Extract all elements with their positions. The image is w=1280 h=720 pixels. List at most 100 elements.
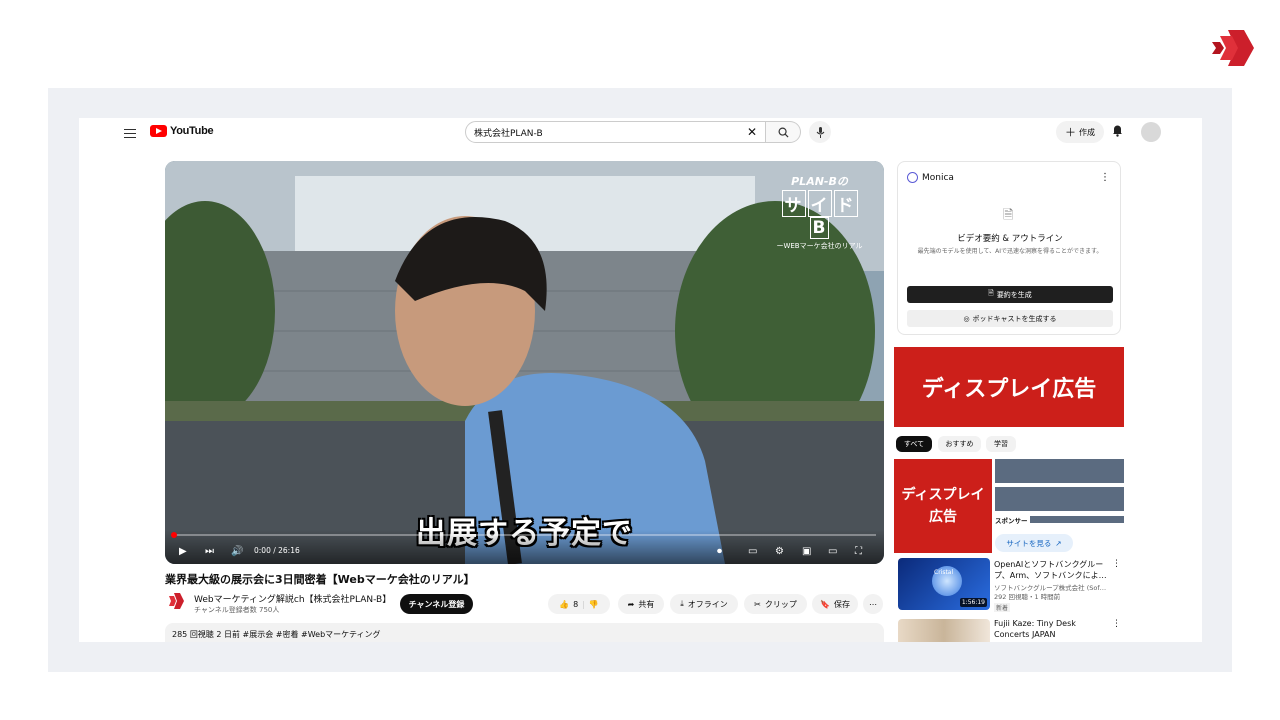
monica-more-icon[interactable]: ⋮: [1100, 172, 1110, 183]
visit-site-label: サイトを見る: [1006, 538, 1052, 548]
recommended-channel[interactable]: ソフトバンクグループ株式会社 (Sof…: [994, 584, 1112, 593]
visit-site-button[interactable]: サイトを見る ↗: [995, 534, 1073, 552]
display-ad-large[interactable]: ディスプレイ広告: [894, 347, 1124, 427]
podcast-icon: ◎: [963, 314, 970, 323]
channel-name[interactable]: Webマーケティング解説ch【株式会社PLAN-B】: [194, 592, 391, 605]
sponsor-label: スポンサー: [995, 517, 1028, 525]
recommended-thumbnail[interactable]: Cristal 1:56:19: [898, 558, 990, 610]
monica-name: Monica: [922, 172, 954, 183]
recommended-more-icon[interactable]: ⋮: [1112, 559, 1121, 569]
monica-heading: ビデオ要約 & アウトライン: [957, 234, 1063, 244]
save-button[interactable]: 🔖 保存: [812, 594, 858, 614]
plus-icon: ＋: [1065, 126, 1076, 139]
search-input[interactable]: 株式会社PLAN-B ✕: [465, 121, 766, 143]
chip-all[interactable]: すべて: [896, 436, 932, 452]
next-icon[interactable]: ⏭: [205, 546, 214, 557]
thumbs-down-icon[interactable]: 👎: [589, 600, 599, 609]
top-bar: YouTube 株式会社PLAN-B ✕ ＋ 作成: [79, 118, 1202, 146]
description-meta: 285 回視聴 2 日前 #展示会 #密着 #Webマーケティング: [172, 630, 381, 639]
like-dislike-group: 👍 8 | 👎: [548, 594, 610, 614]
menu-icon[interactable]: [124, 126, 136, 141]
chip-recommended[interactable]: おすすめ: [938, 436, 981, 452]
recommended-meta: 292 回視聴・1 時間前: [994, 593, 1061, 601]
bookmark-icon: 🔖: [820, 599, 830, 609]
monica-panel: Monica ⋮ 🗎 ビデオ要約 & アウトライン 最先端のモデルを使用して、A…: [897, 161, 1121, 335]
overlay-brand: PLAN-Bの: [791, 175, 848, 188]
chip-learning[interactable]: 学習: [986, 436, 1016, 452]
theater-mode-icon[interactable]: ▭: [828, 546, 837, 557]
generate-podcast-button[interactable]: ◎ ポッドキャストを生成する: [907, 310, 1113, 327]
voice-search-button[interactable]: [809, 121, 831, 143]
subtitles-icon[interactable]: ▭: [748, 546, 757, 557]
like-count[interactable]: 8: [573, 600, 578, 609]
video-title: 業界最大級の展示会に3日間密着【Webマーケ会社のリアル】: [165, 573, 475, 586]
settings-gear-icon[interactable]: ⚙: [775, 546, 784, 557]
autoplay-toggle-icon[interactable]: ⏺: [717, 546, 722, 557]
search-input-value: 株式会社PLAN-B: [474, 128, 543, 139]
overlay-letter: ド: [833, 190, 858, 217]
ad-text-placeholder: [995, 487, 1124, 511]
display-ad-small[interactable]: ディスプレイ広告: [894, 459, 992, 553]
overlay-letter: イ: [807, 190, 832, 217]
scissors-icon: ✂: [754, 599, 761, 609]
summary-icon: 🗎: [988, 289, 994, 297]
search-button[interactable]: [766, 121, 801, 143]
create-label: 作成: [1079, 127, 1095, 137]
account-avatar[interactable]: [1141, 122, 1161, 142]
miniplayer-icon[interactable]: ▣: [802, 546, 811, 557]
recommended-title[interactable]: Fujii Kaze: Tiny Desk Concerts JAPAN: [994, 618, 1110, 640]
progress-bar[interactable]: [171, 532, 876, 538]
progress-scrubber[interactable]: [171, 532, 177, 538]
thumbnail-text: Cristal: [934, 569, 954, 576]
bell-icon: [1113, 125, 1122, 137]
fullscreen-icon[interactable]: ⛶: [855, 546, 862, 557]
more-horizontal-icon: ⋯: [869, 599, 877, 609]
overlay-tagline: ーWEBマーケ会社のリアル: [776, 242, 863, 250]
microphone-icon: [816, 126, 824, 138]
share-icon: ➦: [627, 599, 635, 609]
recommended-title[interactable]: OpenAIとソフトバンクグループ、Arm、ソフトバンクによ…: [994, 559, 1110, 581]
summary-button-label: 要約を生成: [996, 290, 1032, 299]
recommended-more-icon[interactable]: ⋮: [1112, 619, 1121, 629]
ad-title-placeholder: [995, 459, 1124, 483]
volume-icon[interactable]: 🔊: [231, 546, 243, 557]
youtube-logo-text: YouTube: [170, 125, 214, 137]
sponsor-name-placeholder: [1030, 516, 1124, 523]
video-player[interactable]: PLAN-Bの サイドB ーWEBマーケ会社のリアル 出展する予定で ▶ ⏭ 🔊…: [165, 161, 884, 564]
monica-description: 最先端のモデルを使用して、AIで迅速な洞察を得ることができます。: [917, 248, 1103, 255]
download-icon: ⤓: [680, 599, 684, 608]
brand-logo-corner: [1212, 30, 1254, 66]
channel-logo[interactable]: [167, 592, 185, 610]
youtube-logo[interactable]: YouTube: [150, 125, 214, 137]
monica-header: Monica: [907, 172, 954, 183]
overlay-letter: B: [809, 217, 830, 239]
description-box[interactable]: 285 回視聴 2 日前 #展示会 #密着 #Webマーケティング: [165, 623, 884, 642]
offline-label: オフライン: [687, 599, 728, 609]
create-button[interactable]: ＋ 作成: [1056, 121, 1104, 143]
video-duration: 1:56:19: [959, 598, 987, 607]
more-actions-button[interactable]: ⋯: [863, 594, 883, 614]
thumbs-up-icon[interactable]: 👍: [559, 600, 569, 609]
youtube-window: YouTube 株式会社PLAN-B ✕ ＋ 作成 PLAN-Bの サ イ ドB…: [79, 118, 1202, 642]
generate-summary-button[interactable]: 🗎 要約を生成: [907, 286, 1113, 303]
clip-button[interactable]: ✂ クリップ: [744, 594, 807, 614]
external-link-icon: ↗: [1055, 538, 1062, 548]
time-display: 0:00 / 26:16: [254, 546, 300, 555]
subscriber-count: チャンネル登録者数 750人: [194, 606, 280, 614]
podcast-button-label: ポッドキャストを生成する: [972, 314, 1057, 323]
play-icon[interactable]: ▶: [179, 546, 187, 557]
notifications-button[interactable]: [1112, 124, 1123, 140]
save-label: 保存: [833, 599, 850, 609]
player-controls: ▶ ⏭ 🔊 0:00 / 26:16 ⏺ ▭ ⚙ ▣ ▭ ⛶: [165, 530, 884, 564]
share-label: 共有: [638, 599, 655, 609]
offline-button[interactable]: ⤓ オフライン: [670, 594, 738, 614]
recommended-thumbnail[interactable]: [898, 619, 990, 642]
share-button[interactable]: ➦ 共有: [618, 594, 664, 614]
clip-label: クリップ: [764, 599, 797, 609]
clear-search-icon[interactable]: ✕: [747, 125, 757, 139]
youtube-play-icon: [150, 125, 167, 137]
monica-logo-icon: [907, 172, 918, 183]
overlay-letter: サ: [781, 190, 806, 217]
subscribe-button[interactable]: チャンネル登録: [400, 594, 473, 614]
document-icon: 🗎: [1003, 208, 1014, 223]
